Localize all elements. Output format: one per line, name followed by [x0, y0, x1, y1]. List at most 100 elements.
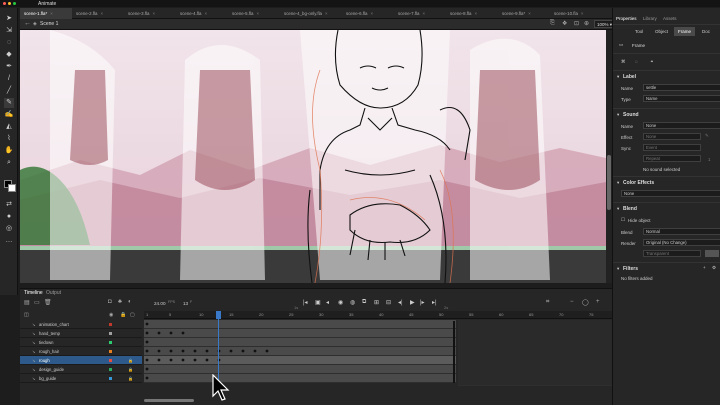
object-drawing-icon[interactable]: ●: [4, 212, 14, 222]
last-frame-icon[interactable]: ▸|: [432, 299, 437, 306]
hand-tool-icon[interactable]: ✋: [4, 146, 14, 156]
clip-icon[interactable]: ⊡: [574, 20, 579, 27]
layer-row[interactable]: ↘ tiedown: [20, 338, 142, 347]
layer-name[interactable]: rough_hair: [39, 347, 59, 356]
delete-layer-icon[interactable]: 🗑: [44, 299, 52, 306]
layer-row-selected[interactable]: ↘ rough 🔒: [20, 356, 142, 365]
layer-row[interactable]: ↘ rough_hair: [20, 347, 142, 356]
layer-row[interactable]: ↘ hand_temp: [20, 329, 142, 338]
lock-icon[interactable]: 🔒: [128, 365, 133, 374]
effect-select[interactable]: None: [643, 133, 701, 140]
frame-ruler[interactable]: 1 5 10 15 20 25 30 35 40 45 50 55 60 65 …: [144, 305, 612, 319]
layer-color-swatch[interactable]: [109, 341, 112, 344]
tab-timeline[interactable]: Timeline: [24, 290, 43, 296]
layer-name[interactable]: tiedown: [39, 338, 53, 347]
fluid-brush-tool-icon[interactable]: ✍: [4, 110, 14, 120]
edit-symbol-icon[interactable]: ❖: [562, 20, 567, 27]
doc-tab[interactable]: scene-4_bg-only.fla ×: [280, 8, 342, 19]
line-tool-icon[interactable]: ╱: [4, 86, 14, 96]
lock-icon[interactable]: 🔒: [128, 356, 133, 365]
link-icon[interactable]: ⚭: [650, 59, 654, 65]
close-window-button[interactable]: [3, 2, 6, 5]
pencil-tool-icon[interactable]: /: [4, 74, 14, 84]
current-frame-value[interactable]: 13: [183, 301, 188, 306]
collapse-icon[interactable]: ▾: [617, 206, 619, 212]
subtab-frame[interactable]: Frame: [674, 27, 696, 36]
step-back-icon[interactable]: ◂|: [398, 299, 403, 306]
sound-select[interactable]: None: [643, 122, 720, 129]
tab-library[interactable]: Library: [643, 16, 657, 21]
tab-assets[interactable]: Assets: [663, 16, 677, 21]
transparent-select[interactable]: Transparent: [643, 250, 701, 257]
layer-row[interactable]: ↘ design_guide 🔒: [20, 365, 142, 374]
type-select[interactable]: Name: [643, 95, 720, 102]
playhead-handle[interactable]: [216, 311, 221, 319]
close-icon[interactable]: ×: [581, 11, 584, 16]
new-folder-icon[interactable]: ▭: [34, 299, 40, 306]
timeline-zoom-icon[interactable]: ◯: [582, 299, 589, 306]
minimize-window-button[interactable]: [8, 2, 11, 5]
blank-keyframe-icon[interactable]: ⊟: [386, 299, 391, 306]
filter-settings-icon[interactable]: ⚙: [712, 265, 716, 271]
close-icon[interactable]: ×: [50, 11, 53, 16]
new-layer-icon[interactable]: ▤: [24, 299, 30, 306]
doc-tab[interactable]: scene-3.fla ×: [124, 8, 176, 19]
show-all-icon[interactable]: ◉: [109, 312, 113, 318]
close-icon[interactable]: ×: [474, 11, 477, 16]
close-icon[interactable]: ×: [422, 11, 425, 16]
zoom-tool-icon[interactable]: ⌕: [4, 158, 14, 168]
add-filter-icon[interactable]: +: [703, 265, 706, 270]
close-icon[interactable]: ×: [325, 11, 328, 16]
pen-tool-icon[interactable]: ✒: [4, 62, 14, 72]
doc-tab[interactable]: scene-2.fla ×: [72, 8, 124, 19]
layer-color-swatch[interactable]: [109, 332, 112, 335]
edit-envelope-icon[interactable]: ✎: [705, 133, 709, 139]
doc-tab[interactable]: scene-4.fla ×: [176, 8, 228, 19]
frame-name-input[interactable]: settle: [643, 84, 720, 91]
edit-multiple-icon[interactable]: ⧉: [362, 299, 366, 306]
render-select[interactable]: Original (No Change): [643, 239, 720, 246]
onion-skin-icon[interactable]: ◉: [338, 299, 343, 306]
layer-color-swatch[interactable]: [109, 377, 112, 380]
first-frame-icon[interactable]: |◂: [303, 299, 308, 306]
close-icon[interactable]: ×: [528, 11, 531, 16]
sync-select[interactable]: Event: [643, 144, 701, 151]
highlight-icon[interactable]: ◐: [128, 299, 132, 305]
keyframe-icon[interactable]: ⊞: [374, 299, 379, 306]
doc-tab[interactable]: scene-1.fla* ×: [20, 8, 72, 19]
collapse-icon[interactable]: ▾: [617, 266, 619, 272]
doc-tab[interactable]: scene-9.fla* ×: [498, 8, 550, 19]
subtab-tool[interactable]: Tool: [635, 29, 643, 34]
color-effect-select[interactable]: None: [621, 190, 720, 197]
doc-tab[interactable]: scene-8.fla ×: [446, 8, 498, 19]
doc-tab[interactable]: scene-6.fla ×: [342, 8, 394, 19]
play-icon[interactable]: ▶: [410, 299, 415, 306]
close-icon[interactable]: ×: [256, 11, 259, 16]
layer-name[interactable]: bg_guide: [39, 374, 56, 383]
selection-tool-icon[interactable]: ➤: [4, 14, 14, 24]
swap-colors-icon[interactable]: ⇄: [4, 200, 14, 210]
back-arrow-icon[interactable]: ←: [24, 20, 31, 27]
scene-label[interactable]: Scene 1: [40, 21, 58, 27]
parent-view-icon[interactable]: ♣: [118, 299, 122, 305]
maximize-window-button[interactable]: [13, 2, 16, 5]
collapse-icon[interactable]: ▾: [617, 112, 619, 118]
subselection-tool-icon[interactable]: ⇲: [4, 26, 14, 36]
doc-tab[interactable]: scene-10.fla ×: [550, 8, 606, 19]
collapse-icon[interactable]: ▾: [617, 74, 619, 80]
hide-object-checkbox[interactable]: ☐: [621, 217, 625, 223]
layer-name[interactable]: animation_chart: [39, 320, 69, 329]
doc-tab[interactable]: scene-5.fla ×: [228, 8, 280, 19]
center-stage-icon[interactable]: ⊕: [584, 20, 589, 27]
layer-row[interactable]: ↘ animation_chart: [20, 320, 142, 329]
frame-action-icon[interactable]: ⌘: [621, 59, 626, 65]
lock-icon[interactable]: 🔒: [128, 374, 133, 383]
layer-name[interactable]: rough: [39, 356, 50, 365]
layer-color-swatch[interactable]: [109, 368, 112, 371]
close-icon[interactable]: ×: [370, 11, 373, 16]
background-color-swatch[interactable]: [705, 250, 719, 257]
tab-properties[interactable]: Properties: [616, 16, 637, 21]
brush-tool-icon[interactable]: ✎: [4, 98, 14, 108]
fps-value[interactable]: 24.00: [154, 301, 166, 306]
timeline-scroll-thumb[interactable]: [144, 399, 194, 402]
